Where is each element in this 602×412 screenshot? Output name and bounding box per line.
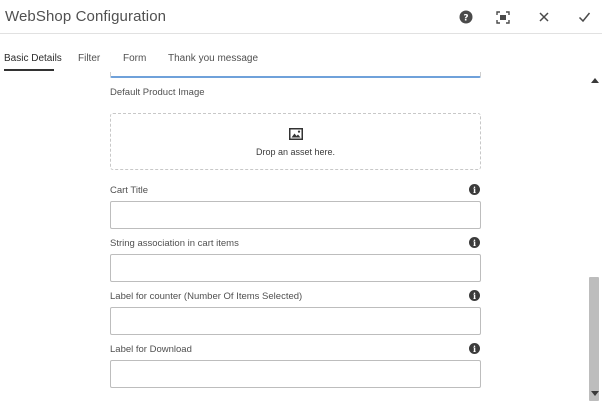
tab-thank-you-message[interactable]: Thank you message <box>168 50 258 72</box>
fullscreen-button[interactable] <box>495 9 511 25</box>
close-button[interactable] <box>536 9 552 25</box>
scrollbar-thumb[interactable] <box>589 277 599 401</box>
tab-form[interactable]: Form <box>123 50 146 72</box>
tab-bar: Basic Details Filter Form Thank you mess… <box>0 50 602 74</box>
counter-label-input[interactable] <box>110 307 481 335</box>
string-association-input[interactable] <box>110 254 481 282</box>
scroll-up-arrow-icon[interactable] <box>591 78 599 83</box>
previous-field-input[interactable] <box>110 72 481 78</box>
checkmark-icon <box>578 12 590 23</box>
done-button[interactable] <box>576 9 592 25</box>
counter-label-info-icon[interactable]: i <box>469 290 480 301</box>
panel-scrollbar[interactable] <box>589 73 601 401</box>
scrollbar-track[interactable] <box>589 87 599 401</box>
image-icon <box>289 128 303 140</box>
dialog-header: WebShop Configuration ? <box>0 0 602 34</box>
form-panel: Default Product Image Drop an asset here… <box>0 72 602 412</box>
tab-filter[interactable]: Filter <box>78 50 100 72</box>
active-tab-indicator <box>4 69 54 71</box>
dialog-title: WebShop Configuration <box>5 8 167 25</box>
string-association-label: String association in cart items <box>110 238 239 249</box>
dropzone-text: Drop an asset here. <box>255 147 336 157</box>
help-button[interactable]: ? <box>458 9 474 25</box>
download-label-info-icon[interactable]: i <box>469 343 480 354</box>
cart-title-input[interactable] <box>110 201 481 229</box>
default-product-image-label: Default Product Image <box>110 87 205 98</box>
string-association-info-icon[interactable]: i <box>469 237 480 248</box>
svg-text:?: ? <box>463 14 468 24</box>
download-label-input[interactable] <box>110 360 481 388</box>
help-icon: ? <box>459 10 473 24</box>
cart-title-label: Cart Title <box>110 185 149 196</box>
cart-title-info-icon[interactable]: i <box>469 184 480 195</box>
counter-label-label: Label for counter (Number Of Items Selec… <box>110 291 303 302</box>
fullscreen-icon <box>496 10 510 24</box>
close-icon <box>539 12 549 22</box>
download-label-label: Label for Download <box>110 344 192 355</box>
asset-dropzone[interactable]: Drop an asset here. <box>110 113 481 170</box>
scroll-down-arrow-icon[interactable] <box>591 391 599 396</box>
